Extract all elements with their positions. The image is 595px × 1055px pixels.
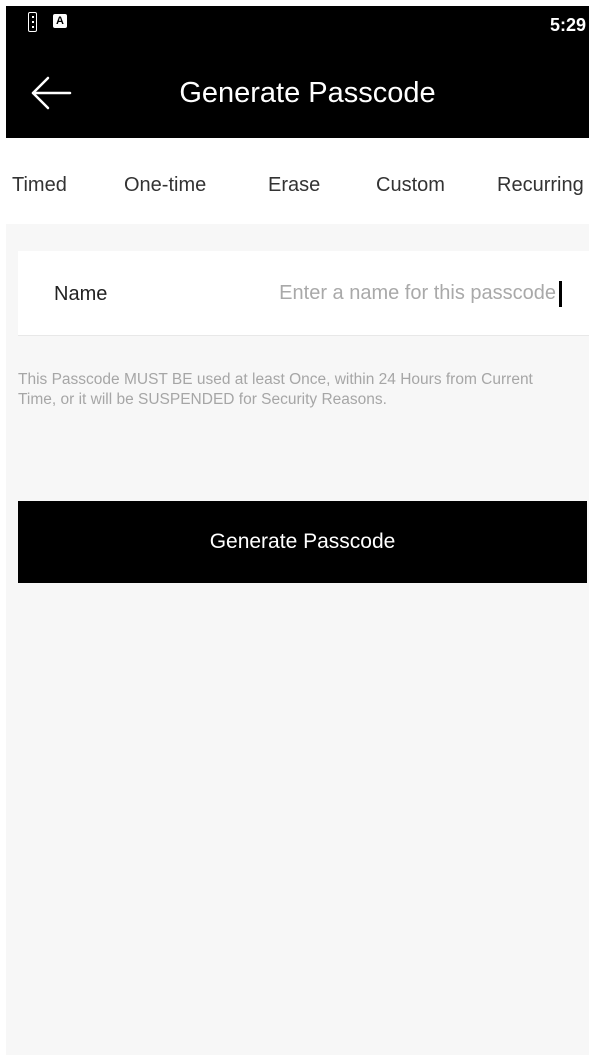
status-bar: A 5:29 bbox=[6, 6, 589, 48]
status-time: 5:29 bbox=[549, 15, 586, 35]
page-title: Generate Passcode bbox=[179, 77, 436, 109]
sim-card-icon bbox=[28, 12, 37, 32]
a-letter-icon: A bbox=[53, 14, 67, 28]
passcode-usage-note: This Passcode MUST BE used at least Once… bbox=[18, 371, 533, 408]
tab-timed[interactable]: Timed bbox=[12, 174, 67, 197]
tab-recurring[interactable]: Recurring bbox=[497, 174, 584, 197]
generate-passcode-button[interactable]: Generate Passcode bbox=[18, 501, 587, 583]
text-cursor bbox=[559, 281, 562, 307]
tab-custom[interactable]: Custom bbox=[376, 174, 445, 197]
app-screen: A 5:29 Generate Passcode Timed One-time … bbox=[6, 6, 589, 1055]
name-field-card: Name bbox=[18, 251, 589, 336]
tab-erase[interactable]: Erase bbox=[268, 174, 320, 197]
passcode-type-tabs: Timed One-time Erase Custom Recurring bbox=[6, 138, 589, 224]
name-label: Name bbox=[54, 283, 108, 305]
app-bar: Generate Passcode bbox=[6, 48, 589, 138]
name-input[interactable] bbox=[230, 277, 556, 309]
tab-one-time[interactable]: One-time bbox=[124, 174, 206, 197]
